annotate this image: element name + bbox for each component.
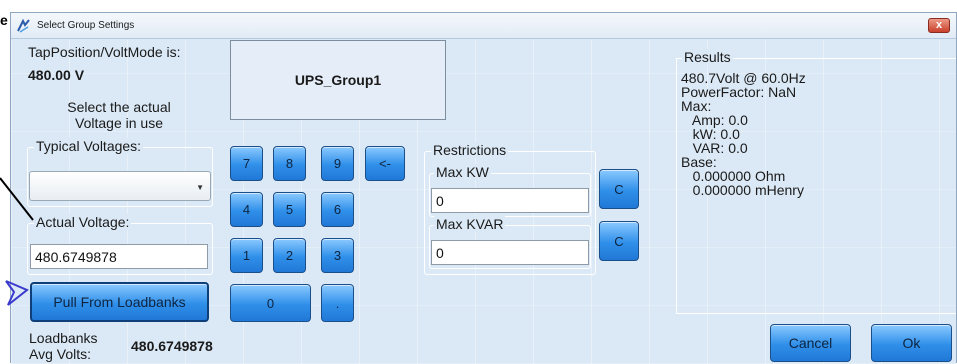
select-voltage-line1: Select the actual: [67, 99, 171, 115]
max-kw-label: Max KW: [434, 164, 491, 180]
keypad-6-button[interactable]: 6: [321, 192, 354, 227]
annotation-marker-e: e: [0, 12, 8, 28]
window-title: Select Group Settings: [37, 20, 135, 31]
pull-from-loadbanks-button[interactable]: Pull From Loadbanks: [30, 282, 209, 322]
keypad-8-button[interactable]: 8: [273, 146, 306, 181]
keypad-backspace-button[interactable]: <-: [365, 146, 405, 181]
keypad-1-button[interactable]: 1: [230, 238, 263, 273]
dialog-content: TapPosition/VoltMode is: 480.00 V Select…: [11, 40, 956, 364]
actual-voltage-input[interactable]: 480.6749878: [30, 244, 208, 269]
keypad-4-button[interactable]: 4: [230, 192, 263, 227]
results-panel: Results 480.7Volt @ 60.0Hz PowerFactor: …: [676, 49, 956, 314]
keypad-2-button[interactable]: 2: [273, 238, 306, 273]
clear-max-kw-button[interactable]: C: [599, 169, 639, 209]
close-button[interactable]: x: [928, 18, 950, 33]
loadbanks-label-line2: Avg Volts:: [29, 346, 92, 362]
loadbanks-avg-volts-value: 480.6749878: [131, 338, 213, 354]
title-bar[interactable]: Select Group Settings x: [11, 13, 956, 39]
restrictions-title: Restrictions: [431, 142, 509, 158]
clear-max-kvar-button[interactable]: C: [599, 221, 639, 261]
keypad-9-button[interactable]: 9: [321, 146, 354, 181]
results-title: Results: [682, 49, 733, 65]
actual-voltage-label: Actual Voltage:: [34, 214, 132, 230]
max-kw-input[interactable]: 0: [431, 188, 589, 213]
tap-position-value: 480.00 V: [28, 67, 85, 83]
keypad-0-button[interactable]: 0: [230, 284, 311, 322]
group-name-display: UPS_Group1: [230, 40, 446, 120]
tap-position-label: TapPosition/VoltMode is:: [28, 44, 181, 60]
results-text: 480.7Volt @ 60.0Hz PowerFactor: NaN Max:…: [681, 70, 806, 198]
keypad-7-button[interactable]: 7: [230, 146, 263, 181]
select-voltage-line2: Voltage in use: [75, 115, 163, 131]
app-icon: [17, 18, 30, 33]
max-kvar-label: Max KVAR: [434, 216, 506, 232]
loadbanks-label-line1: Loadbanks: [29, 330, 98, 346]
chevron-down-icon: ▼: [196, 183, 204, 192]
ok-button[interactable]: Ok: [871, 324, 952, 362]
typical-voltages-label: Typical Voltages:: [34, 138, 144, 154]
keypad-dot-button[interactable]: .: [321, 284, 354, 322]
cancel-button[interactable]: Cancel: [770, 324, 851, 362]
keypad-5-button[interactable]: 5: [273, 192, 306, 227]
max-kvar-input[interactable]: 0: [431, 240, 589, 265]
dialog-window: Select Group Settings x TapPosition/Volt…: [10, 12, 957, 364]
keypad-3-button[interactable]: 3: [321, 238, 354, 273]
typical-voltages-dropdown[interactable]: ▼: [29, 171, 211, 201]
